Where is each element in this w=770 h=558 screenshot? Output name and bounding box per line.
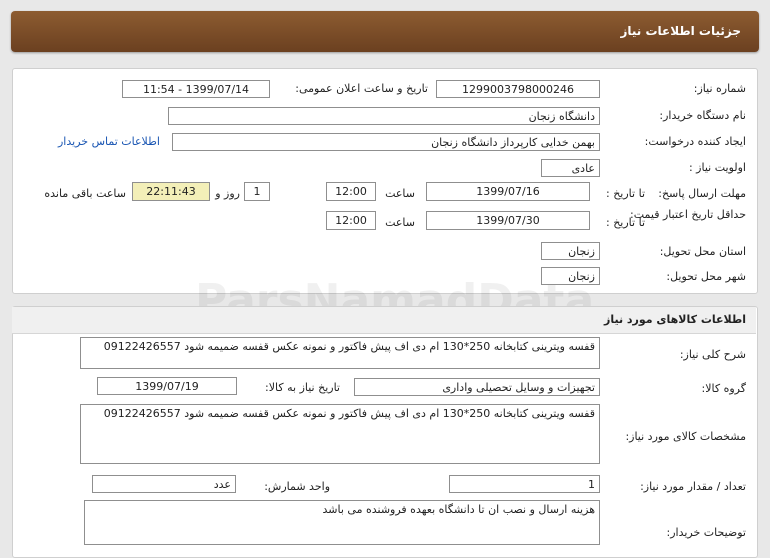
province-label: استان محل تحویل: [659, 245, 746, 258]
need-number-field: 1299003798000246 [436, 80, 600, 98]
need-number-label: شماره نیاز: [693, 82, 746, 95]
need-date-field: 1399/07/19 [97, 377, 237, 395]
need-info-panel [12, 68, 758, 294]
requester-label: ایجاد کننده درخواست: [644, 135, 746, 148]
deadline-until-label: تا تاریخ : [606, 187, 645, 200]
priority-label: اولویت نیاز : [688, 161, 746, 174]
validity-time-label: ساعت [385, 216, 415, 229]
validity-time-field: 12:00 [326, 211, 376, 230]
city-field: زنجان [541, 267, 600, 285]
time-remaining-field: 22:11:43 [132, 182, 210, 201]
deadline-date-field: 1399/07/16 [426, 182, 590, 201]
province-field: زنجان [541, 242, 600, 260]
validity-until-label: تا تاریخ : [606, 216, 645, 229]
buyer-contact-link[interactable]: اطلاعات تماس خریدار [58, 135, 160, 148]
days-label: روز و [215, 187, 240, 200]
priority-field: عادی [541, 159, 600, 177]
time-remaining-label: ساعت باقی مانده [44, 187, 126, 200]
buyer-org-label: نام دستگاه خریدار: [659, 109, 746, 122]
buyer-notes-field: هزینه ارسال و نصب ان تا دانشگاه بعهده فر… [84, 500, 600, 545]
summary-label: شرح کلی نیاز: [679, 348, 746, 361]
announce-label: تاریخ و ساعت اعلان عمومی: [295, 82, 428, 95]
validity-date-field: 1399/07/30 [426, 211, 590, 230]
quantity-field: 1 [449, 475, 600, 493]
specs-field: قفسه ویترینی کتابخانه 250*130 ام دی اف پ… [80, 404, 600, 464]
need-date-label: تاریخ نیاز به کالا: [265, 381, 340, 394]
goods-section-title: اطلاعات کالاهای مورد نیاز [604, 313, 746, 326]
specs-label: مشخصات کالای مورد نیاز: [625, 430, 746, 443]
requester-field: بهمن خدایی کارپرداز دانشگاه زنجان [172, 133, 600, 151]
page-header: جزئیات اطلاعات نیاز [11, 11, 759, 52]
unit-label: واحد شمارش: [264, 480, 330, 493]
deadline-time-field: 12:00 [326, 182, 376, 201]
announce-field: 1399/07/14 - 11:54 [122, 80, 270, 98]
deadline-label: مهلت ارسال پاسخ: [658, 187, 746, 200]
buyer-notes-label: توضیحات خریدار: [666, 526, 747, 539]
deadline-time-label: ساعت [385, 187, 415, 200]
min-validity-label-text: حداقل تاریخ اعتبار قیمت: [630, 208, 746, 221]
days-remaining-field: 1 [244, 182, 270, 201]
goods-group-field: تجهیزات و وسایل تحصیلی واداری [354, 378, 600, 396]
city-label: شهر محل تحویل: [666, 270, 746, 283]
unit-field: عدد [92, 475, 236, 493]
goods-group-label: گروه کالا: [701, 382, 746, 395]
page-title: جزئیات اطلاعات نیاز [620, 24, 741, 38]
buyer-org-field: دانشگاه زنجان [168, 107, 600, 125]
quantity-label: تعداد / مقدار مورد نیاز: [640, 480, 746, 493]
goods-section-header: اطلاعات کالاهای مورد نیاز [12, 307, 756, 334]
summary-field: قفسه ویترینی کتابخانه 250*130 ام دی اف پ… [80, 337, 600, 369]
